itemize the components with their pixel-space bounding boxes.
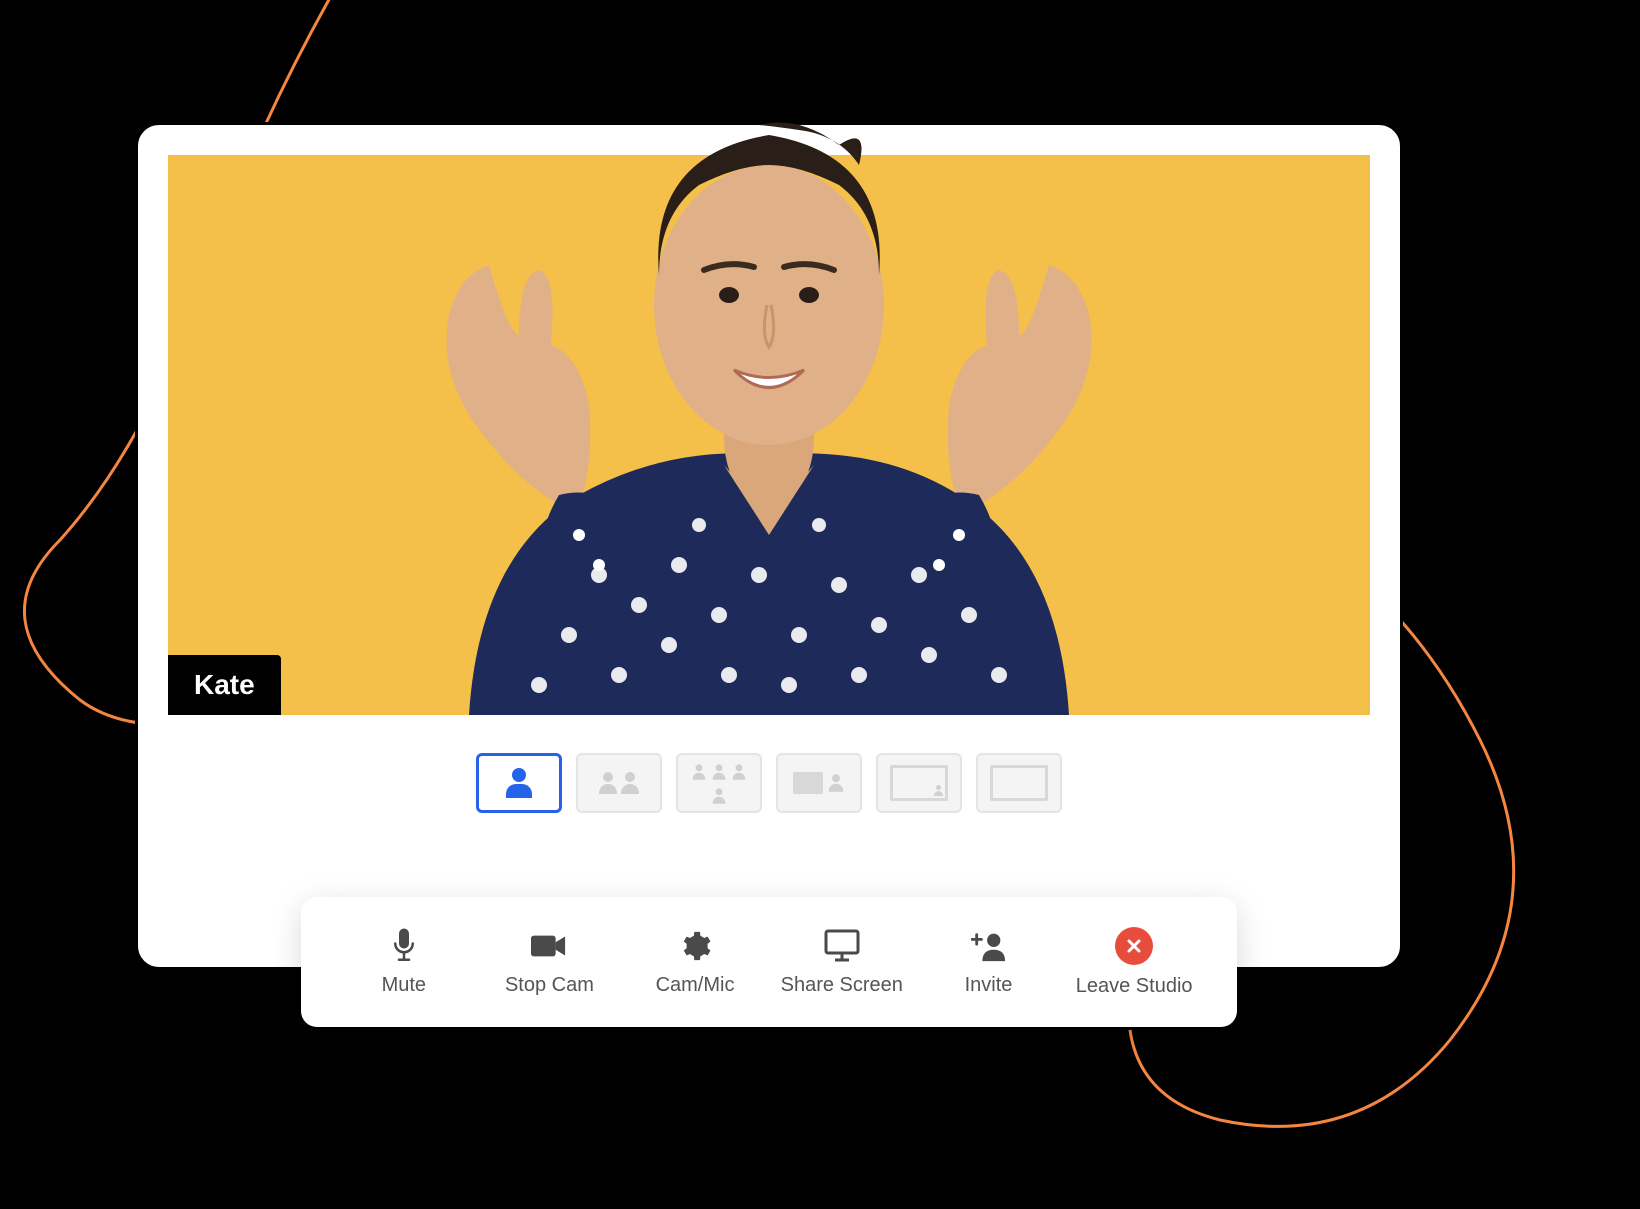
control-bar: Mute Stop Cam Cam/Mic xyxy=(301,897,1237,1027)
layout-four-up[interactable] xyxy=(676,753,762,813)
person-icon xyxy=(599,772,617,794)
person-icon xyxy=(733,764,746,779)
person-icon xyxy=(693,764,706,779)
stop-cam-button[interactable]: Stop Cam xyxy=(489,928,609,997)
participant-name: Kate xyxy=(194,669,255,700)
invite-button[interactable]: Invite xyxy=(929,928,1049,997)
screen-icon xyxy=(890,765,948,801)
screen-icon xyxy=(793,772,823,794)
add-person-icon xyxy=(971,928,1007,964)
share-screen-label: Share Screen xyxy=(781,974,903,997)
person-icon xyxy=(621,772,639,794)
person-icon xyxy=(713,764,726,779)
layout-selector xyxy=(168,753,1370,813)
participant-video xyxy=(319,75,1219,715)
layout-two-up[interactable] xyxy=(576,753,662,813)
person-icon xyxy=(713,788,726,803)
person-icon xyxy=(934,785,943,796)
screen-icon xyxy=(990,765,1048,801)
invite-label: Invite xyxy=(965,974,1013,997)
person-icon xyxy=(829,774,843,792)
layout-screen-only[interactable] xyxy=(876,753,962,813)
gear-icon xyxy=(677,928,713,964)
stop-cam-label: Stop Cam xyxy=(505,974,594,997)
cam-mic-label: Cam/Mic xyxy=(656,974,735,997)
studio-window: Kate xyxy=(135,122,1403,970)
microphone-icon xyxy=(386,928,422,964)
monitor-icon xyxy=(824,928,860,964)
cam-mic-button[interactable]: Cam/Mic xyxy=(635,928,755,997)
participant-name-tag: Kate xyxy=(168,655,281,715)
layout-full-screen[interactable] xyxy=(976,753,1062,813)
layout-screen-speaker[interactable] xyxy=(776,753,862,813)
leave-label: Leave Studio xyxy=(1076,975,1193,998)
person-icon xyxy=(506,768,532,798)
camera-icon xyxy=(531,928,567,964)
layout-single[interactable] xyxy=(476,753,562,813)
close-icon xyxy=(1115,927,1153,965)
video-feed: Kate xyxy=(168,155,1370,715)
mute-label: Mute xyxy=(382,974,426,997)
leave-studio-button[interactable]: Leave Studio xyxy=(1074,927,1194,998)
mute-button[interactable]: Mute xyxy=(344,928,464,997)
share-screen-button[interactable]: Share Screen xyxy=(781,928,903,997)
